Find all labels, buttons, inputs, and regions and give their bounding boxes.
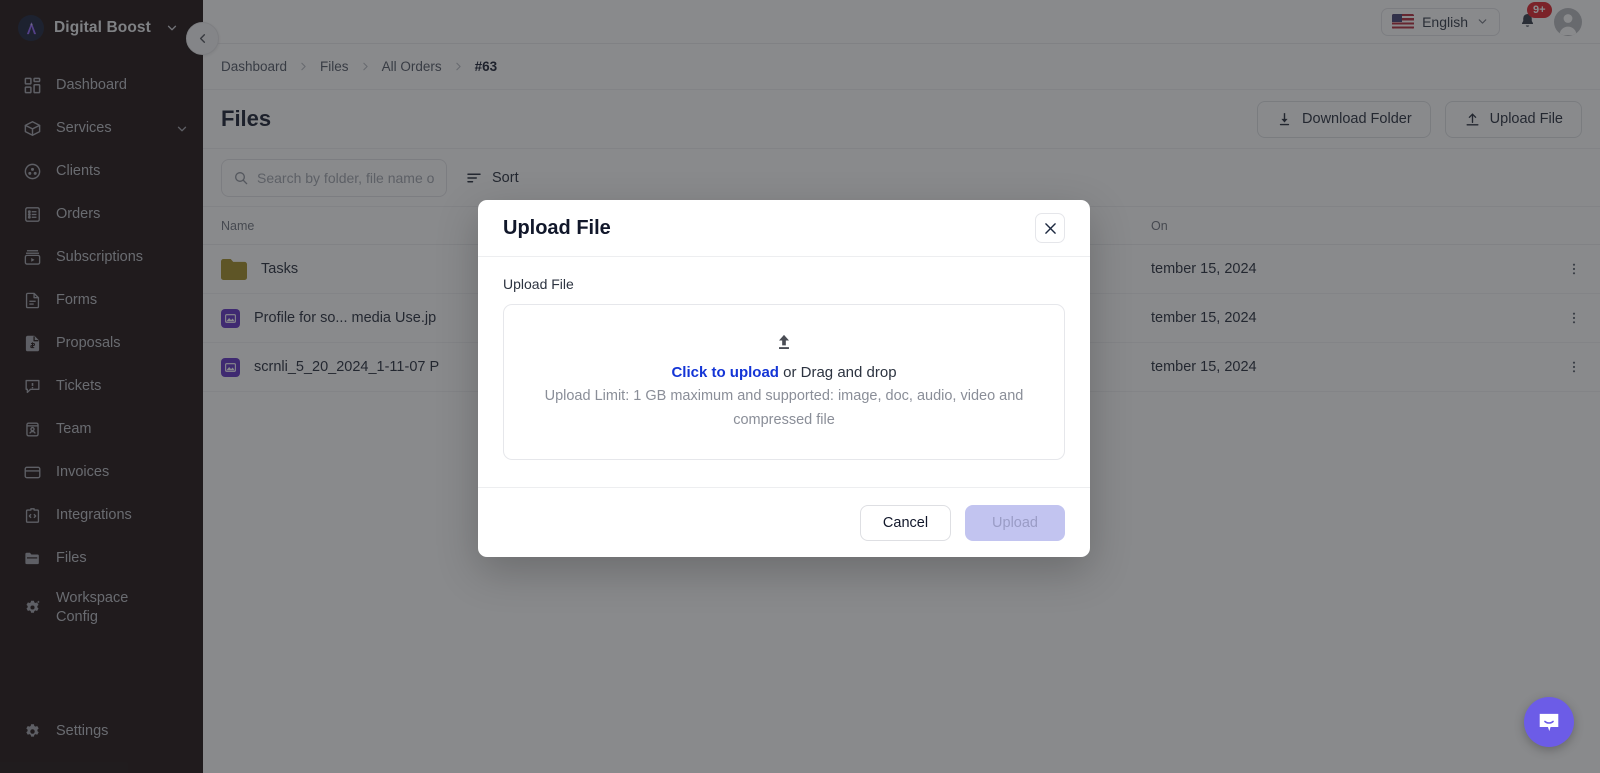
- chat-bubble-icon: [1536, 709, 1562, 735]
- dropzone-primary-text: Click to upload or Drag and drop: [671, 364, 896, 381]
- close-button[interactable]: [1035, 213, 1065, 243]
- modal-title: Upload File: [503, 216, 611, 239]
- dropzone-rest-text: or Drag and drop: [778, 363, 897, 381]
- upload-field-label: Upload File: [503, 276, 574, 292]
- intercom-chat-button[interactable]: [1524, 697, 1574, 747]
- modal-body: Upload File Click to upload or Drag and …: [478, 257, 1090, 487]
- dropzone-hint: Upload Limit: 1 GB maximum and supported…: [544, 387, 1024, 428]
- modal-header: Upload File: [478, 200, 1090, 257]
- upload-submit-button[interactable]: Upload: [965, 504, 1065, 541]
- upload-arrow-icon: [774, 332, 794, 352]
- cancel-button[interactable]: Cancel: [859, 504, 952, 541]
- click-to-upload-link[interactable]: Click to upload: [671, 364, 779, 381]
- close-icon: [1042, 220, 1059, 237]
- file-dropzone[interactable]: Click to upload or Drag and drop Upload …: [503, 304, 1065, 460]
- upload-file-modal: Upload File Upload File Click to upload …: [478, 200, 1090, 557]
- modal-footer: Cancel Upload: [478, 487, 1090, 557]
